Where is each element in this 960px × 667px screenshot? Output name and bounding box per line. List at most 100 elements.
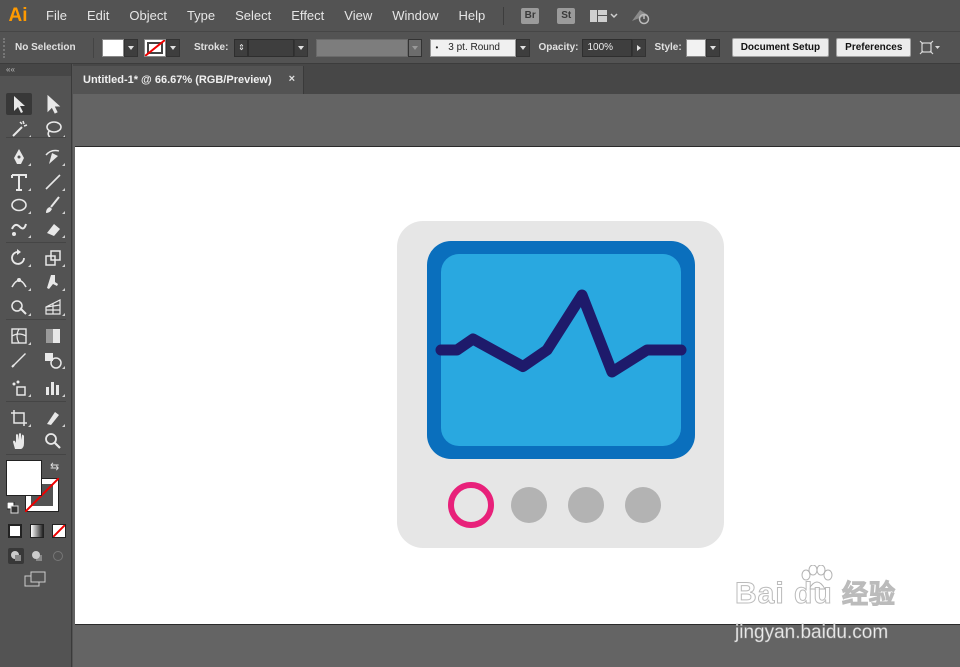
fill-color-box[interactable] [6, 460, 42, 496]
draw-behind-icon[interactable] [29, 548, 45, 564]
menu-separator [503, 6, 505, 25]
stroke-dropdown[interactable] [166, 38, 180, 57]
fill-stroke-widget: ⇆ [6, 460, 66, 520]
ellipse-tool-icon[interactable] [6, 194, 32, 216]
document-setup-button[interactable]: Document Setup [731, 38, 830, 57]
tool-row [6, 325, 66, 347]
opacity-input[interactable]: 100% [582, 38, 633, 57]
document-tab[interactable]: Untitled-1* @ 66.67% (RGB/Preview) × [73, 66, 304, 94]
stroke-weight-stepper[interactable]: ⇕ [234, 38, 249, 57]
menu-type[interactable]: Type [177, 0, 225, 31]
gradient-mode-icon[interactable] [30, 524, 44, 538]
pen-tool-icon[interactable] [6, 146, 32, 168]
control-separator [93, 37, 94, 58]
column-graph-tool-icon[interactable] [40, 377, 66, 399]
default-fill-stroke-icon[interactable] [6, 501, 19, 517]
tools-divider [6, 319, 66, 320]
tools-panel-collapse[interactable]: «« [0, 64, 71, 76]
gpu-performance-icon[interactable] [630, 7, 652, 25]
stock-button[interactable]: St [557, 7, 576, 24]
control-bar: No Selection Stroke: ⇕ • 3 pt. Round Opac… [0, 31, 960, 64]
menu-bar: Ai File Edit Object Type Select Effect V… [0, 0, 960, 31]
fill-dropdown[interactable] [124, 38, 138, 57]
variable-width-dropdown[interactable] [408, 38, 423, 57]
tool-row [6, 93, 66, 115]
tools-panel: «« ⇆ [0, 64, 72, 667]
tools-divider [6, 242, 66, 243]
hand-tool-icon[interactable] [6, 430, 32, 452]
scale-tool-icon[interactable] [40, 247, 66, 269]
draw-inside-icon[interactable] [50, 548, 66, 564]
slice-tool-icon[interactable] [40, 407, 66, 429]
line-segment-tool-icon[interactable] [40, 171, 66, 193]
curvature-tool-icon[interactable] [40, 146, 66, 168]
opacity-dropdown[interactable] [632, 38, 647, 57]
watermark-brand: Bai du 经验 [735, 577, 897, 611]
tool-row [6, 271, 66, 293]
shaper-tool-icon[interactable] [6, 218, 32, 240]
stroke-swatch[interactable] [144, 38, 166, 57]
opacity-label[interactable]: Opacity: [538, 42, 578, 53]
tools-divider [6, 137, 66, 138]
monitor-button [568, 487, 604, 523]
brush-definition-dropdown[interactable] [516, 38, 531, 57]
monitor-button [511, 487, 547, 523]
puppet-warp-tool-icon[interactable] [40, 271, 66, 293]
tool-row [6, 430, 66, 452]
swap-fill-stroke-icon[interactable]: ⇆ [50, 460, 59, 473]
menu-object[interactable]: Object [119, 0, 177, 31]
eraser-tool-icon[interactable] [40, 218, 66, 240]
menu-effect[interactable]: Effect [281, 0, 334, 31]
workspace-switcher-icon[interactable] [590, 9, 618, 23]
tool-row [6, 146, 66, 168]
control-bar-grip[interactable] [3, 37, 13, 58]
gradient-tool-icon[interactable] [40, 325, 66, 347]
blend-tool-icon[interactable] [40, 349, 66, 371]
watermark-url: jingyan.baidu.com [735, 622, 889, 644]
preferences-button[interactable]: Preferences [836, 38, 912, 57]
color-mode-icon[interactable] [8, 524, 22, 538]
monitor-button [625, 487, 661, 523]
symbol-sprayer-tool-icon[interactable] [6, 377, 32, 399]
perspective-grid-tool-icon[interactable] [40, 296, 66, 318]
zoom-tool-icon[interactable] [40, 430, 66, 452]
stroke-weight-input[interactable] [248, 38, 295, 57]
bridge-button[interactable]: Br [521, 7, 540, 24]
menu-view[interactable]: View [334, 0, 382, 31]
heart-monitor-artwork[interactable] [397, 221, 724, 548]
tools-divider [6, 454, 66, 455]
mesh-tool-icon[interactable] [6, 325, 32, 347]
style-label: Style: [654, 42, 682, 53]
menu-help[interactable]: Help [448, 0, 495, 31]
menu-window[interactable]: Window [382, 0, 448, 31]
document-tab-title: Untitled-1* @ 66.67% (RGB/Preview) [83, 74, 272, 86]
app-logo[interactable]: Ai [0, 0, 36, 31]
menu-edit[interactable]: Edit [77, 0, 119, 31]
arrange-documents-icon[interactable] [919, 40, 941, 56]
artboard-tool-icon[interactable] [6, 407, 32, 429]
color-mode-row [8, 524, 66, 540]
direct-selection-tool-icon[interactable] [40, 93, 66, 115]
graphic-style-swatch[interactable] [685, 38, 706, 57]
stroke-label: Stroke: [194, 42, 229, 53]
screen-mode-icon[interactable] [24, 571, 48, 590]
selection-tool-icon[interactable] [6, 93, 32, 115]
width-tool-icon[interactable] [6, 271, 32, 293]
brush-definition[interactable]: • 3 pt. Round [430, 38, 517, 57]
rotate-tool-icon[interactable] [6, 247, 32, 269]
menu-file[interactable]: File [36, 0, 77, 31]
shape-builder-tool-icon[interactable] [6, 296, 32, 318]
menu-select[interactable]: Select [225, 0, 281, 31]
tools-divider [6, 401, 66, 402]
draw-normal-icon[interactable] [8, 548, 24, 564]
none-mode-icon[interactable] [52, 524, 66, 538]
tool-row [6, 377, 66, 399]
variable-width-profile[interactable] [316, 38, 409, 57]
paintbrush-tool-icon[interactable] [40, 194, 66, 216]
type-tool-icon[interactable] [6, 171, 32, 193]
fill-swatch[interactable] [102, 38, 124, 57]
graphic-style-dropdown[interactable] [705, 38, 720, 57]
eyedropper-tool-icon[interactable] [6, 349, 32, 371]
close-tab-icon[interactable]: × [289, 73, 295, 85]
stroke-weight-dropdown[interactable] [294, 38, 309, 57]
